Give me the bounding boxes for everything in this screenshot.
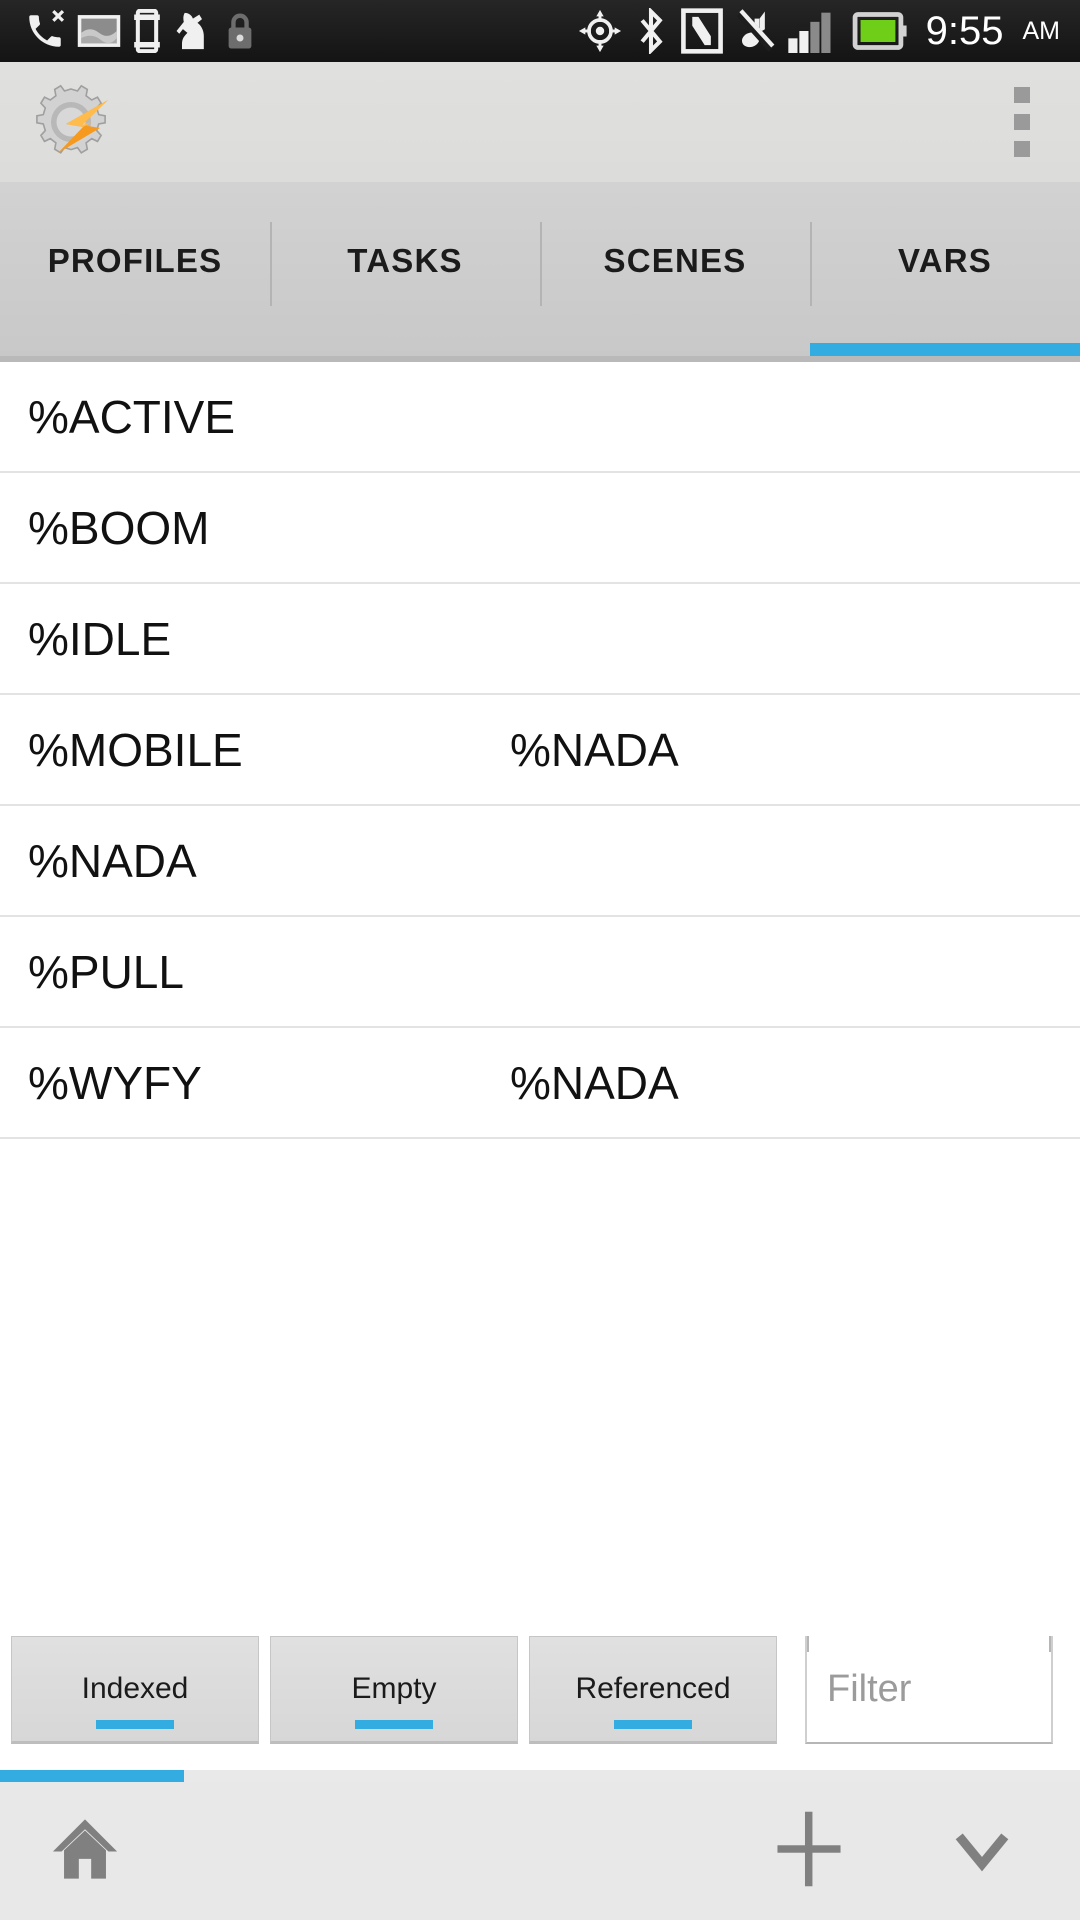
filter-input-wrapper[interactable]: Filter [805,1636,1053,1744]
home-icon [48,1818,122,1890]
table-row[interactable]: %BOOM [0,473,1080,584]
nfc-icon [680,8,724,54]
bluetooth-icon [634,8,668,54]
var-name: %IDLE [28,612,172,665]
filter-active-indicator [355,1720,433,1729]
mute-icon [736,8,776,54]
overflow-dot-icon [1014,141,1030,157]
var-value: %NADA [510,723,679,776]
table-row[interactable]: %MOBILE %NADA [0,695,1080,806]
tab-bar: PROFILES TASKS SCENES VARS [0,182,1080,362]
table-row[interactable]: %WYFY %NADA [0,1028,1080,1139]
app-bar [0,62,1080,182]
var-name: %PULL [28,945,184,998]
tab-vars-label: VARS [897,242,993,279]
bottom-nav-bar [0,1782,1080,1920]
chess-knight-icon [172,9,212,53]
table-row[interactable]: %IDLE [0,584,1080,695]
lock-icon [222,10,258,52]
screenshot-icon [76,11,122,51]
tab-profiles[interactable]: PROFILES [0,182,270,362]
tab-vars[interactable]: VARS [810,182,1080,362]
var-name: %MOBILE [28,723,243,776]
status-bar-clock: 9:55 [925,9,1004,53]
missed-call-icon [24,10,66,52]
var-value: %NADA [510,1056,679,1109]
signal-bars-icon [787,9,840,53]
var-name: %BOOM [28,501,210,554]
status-bar-ampm: AM [1022,16,1061,45]
tab-scenes[interactable]: SCENES [540,182,810,362]
filter-button-indexed-label: Indexed [81,1672,189,1705]
vibrate-mode-icon [132,9,162,53]
accept-button[interactable] [944,1811,1020,1892]
tasker-logo-icon[interactable] [30,81,112,163]
tab-tasks-label: TASKS [347,242,463,279]
status-bar-right-icons: 9:55 AM [578,8,1080,54]
tab-tasks[interactable]: TASKS [270,182,540,362]
tab-profiles-label: PROFILES [47,242,223,279]
var-name: %WYFY [28,1056,202,1109]
progress-strip [0,1770,1080,1782]
filter-button-referenced-label: Referenced [575,1672,731,1705]
status-bar-left-icons [0,9,258,53]
var-name: %ACTIVE [28,390,236,443]
filter-bar: Indexed Empty Referenced Filter [0,1620,1080,1770]
table-row[interactable]: %PULL [0,917,1080,1028]
status-bar: 9:55 AM [0,0,1080,62]
var-name: %NADA [28,834,197,887]
table-row[interactable]: %NADA [0,806,1080,917]
tab-scenes-label: SCENES [603,242,747,279]
filter-active-indicator [96,1720,174,1729]
filter-input-placeholder: Filter [827,1667,912,1710]
overflow-menu-button[interactable] [1000,76,1044,168]
add-button[interactable] [766,1806,852,1897]
tasker-vars-screen: 9:55 AM PROFILES TASKS SCENES VARS %ACTI… [0,0,1080,1920]
overflow-dot-icon [1014,87,1030,103]
vars-list: %ACTIVE %BOOM %IDLE %MOBILE %NADA %NADA … [0,362,1080,1620]
filter-button-empty-label: Empty [351,1672,437,1705]
bottom-nav-actions [766,1806,1080,1897]
overflow-dot-icon [1014,114,1030,130]
home-button[interactable] [48,1812,122,1891]
gps-location-icon [578,9,622,53]
table-row[interactable]: %ACTIVE [0,362,1080,473]
battery-icon [852,9,908,53]
filter-button-empty[interactable]: Empty [270,1636,518,1744]
filter-button-referenced[interactable]: Referenced [529,1636,777,1744]
filter-button-indexed[interactable]: Indexed [11,1636,259,1744]
progress-fill [0,1770,184,1782]
filter-active-indicator [614,1720,692,1729]
